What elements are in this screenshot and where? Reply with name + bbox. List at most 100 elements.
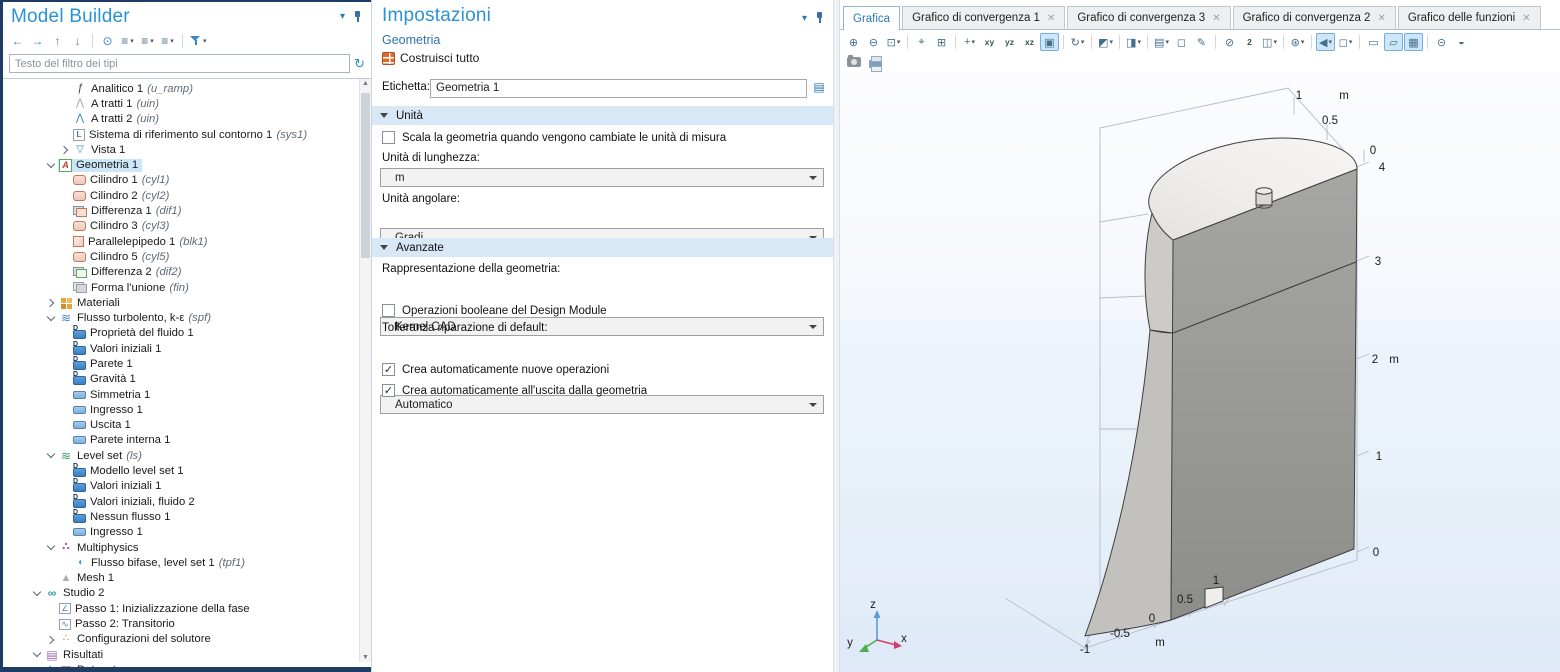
refresh-icon[interactable]: ↻ (354, 56, 365, 72)
tree-item[interactable]: Materiali (3, 295, 371, 310)
scrollbar-thumb[interactable] (361, 93, 370, 258)
tree-item[interactable]: Flusso turbolento, k-ε(spf) (3, 310, 371, 325)
graphics-canvas[interactable]: 43210m10.50m10.50-0.5-1mzyx (840, 72, 1560, 672)
close-icon[interactable]: ✕ (1377, 13, 1385, 24)
tree-expander-icon[interactable] (31, 587, 44, 600)
tree-item[interactable]: Mesh 1 (3, 571, 371, 586)
tree-item[interactable]: Proprietà del fluido 1 (3, 326, 371, 341)
tree-item[interactable]: Cilindro 1(cyl1) (3, 173, 371, 188)
tree-item[interactable]: Valori iniziali 1 (3, 479, 371, 494)
zoom-out-button[interactable]: ⊖ (864, 33, 883, 51)
tree-item[interactable]: Studio 2 (3, 586, 371, 601)
nav-back-button[interactable]: ← (9, 32, 26, 50)
show-grid-button[interactable]: ▦ (1404, 33, 1423, 51)
panel-menu-icon[interactable]: ▾ (802, 13, 807, 24)
tree-item[interactable]: A tratti 2(uin) (3, 112, 371, 127)
select-box-button[interactable]: ◻ (1172, 33, 1191, 51)
tree-scrollbar[interactable]: ▲ ▼ (359, 79, 371, 662)
image-export-button[interactable]: ▤▾ (1152, 33, 1171, 51)
build-all-button[interactable]: Costruisci tutto (382, 51, 479, 65)
tree-expander-icon[interactable] (45, 449, 58, 462)
tree-item[interactable]: Vista 1 (3, 142, 371, 157)
tree-item[interactable]: Passo 1: Inizializzazione della fase (3, 601, 371, 616)
tab-grafico-di-convergenza-1[interactable]: Grafico di convergenza 1✕ (902, 6, 1065, 29)
print-button[interactable] (866, 53, 885, 71)
pin-icon[interactable] (353, 10, 363, 23)
tree-expander-icon[interactable] (45, 541, 58, 554)
tree-item[interactable]: Forma l'unione(fin) (3, 280, 371, 295)
zoom-box-button[interactable]: ⊡▾ (884, 33, 903, 51)
tree-item[interactable]: Modello level set 1 (3, 463, 371, 478)
tab-grafica[interactable]: Grafica (843, 6, 900, 30)
auto-build-exit-checkbox[interactable]: Crea automaticamente all'uscita dalla ge… (382, 384, 647, 397)
tree-item[interactable]: Simmetria 1 (3, 387, 371, 402)
show-hide-nodes-button[interactable]: ⊙ (99, 32, 116, 50)
tree-item[interactable]: Cilindro 3(cyl3) (3, 219, 371, 234)
pin-icon[interactable] (815, 11, 825, 24)
scroll-down-icon[interactable]: ▼ (360, 654, 371, 661)
collapse-all-button[interactable]: ≡▾ (139, 32, 156, 50)
tree-item[interactable]: Analitico 1(u_ramp) (3, 81, 371, 96)
length-unit-select[interactable]: m (380, 168, 824, 187)
section-units[interactable]: Unità (372, 106, 833, 125)
tree-item[interactable]: Passo 2: Transitorio (3, 616, 371, 631)
tab-grafico-di-convergenza-2[interactable]: Grafico di convergenza 2✕ (1233, 6, 1396, 29)
scale-geometry-checkbox[interactable]: Scala la geometria quando vengono cambia… (382, 131, 726, 144)
tree-expander-icon[interactable] (59, 143, 72, 156)
model-tree-node-text-button[interactable]: ≡▾ (159, 32, 176, 50)
color-palette-button[interactable]: ◒ (1452, 33, 1471, 51)
tree-item[interactable]: A tratti 1(uin) (3, 96, 371, 111)
tree-item[interactable]: Gravità 1 (3, 372, 371, 387)
view-xy-button[interactable]: xy (980, 33, 999, 51)
tree-item[interactable]: Cilindro 5(cyl5) (3, 249, 371, 264)
zoom-extents-button[interactable]: ⌖ (912, 33, 931, 51)
expand-all-button[interactable]: ≡▾ (119, 32, 136, 50)
tree-item[interactable]: Differenza 1(dif1) (3, 203, 371, 218)
tree-expander-icon[interactable] (45, 633, 58, 646)
tree-expander-icon[interactable] (31, 648, 44, 661)
tree-item[interactable]: Parallelepipedo 1(blk1) (3, 234, 371, 249)
select-pen-button[interactable]: ✎ (1192, 33, 1211, 51)
tree-expander-icon[interactable] (45, 663, 58, 667)
tree-item[interactable]: Parete interna 1 (3, 433, 371, 448)
filter-button[interactable]: ▾ (189, 32, 208, 50)
view-yz-button[interactable]: yz (1000, 33, 1019, 51)
tree-item[interactable]: Flusso bifase, level set 1(tpf1) (3, 555, 371, 570)
tree-item[interactable]: Multiphysics (3, 540, 371, 555)
bounding-box-button[interactable]: ▭ (1364, 33, 1383, 51)
image-fit-button[interactable]: ⊞ (932, 33, 951, 51)
tree-item[interactable]: Sistema di riferimento sul contorno 1(sy… (3, 127, 371, 142)
tab-grafico-di-convergenza-3[interactable]: Grafico di convergenza 3✕ (1067, 6, 1230, 29)
view-direction-button[interactable]: ◀▾ (1316, 33, 1335, 51)
move-up-button[interactable]: ↑ (49, 32, 66, 50)
select-attached-button[interactable]: 2 (1240, 33, 1259, 51)
tree-item[interactable]: Geometria 1 (3, 157, 371, 172)
rename-icon[interactable]: ▤ (810, 78, 828, 96)
rotate-view-button[interactable]: ↻▾ (1068, 33, 1087, 51)
tree-item[interactable]: Nessun flusso 1 (3, 509, 371, 524)
auto-build-checkbox[interactable]: Crea automaticamente nuove operazioni (382, 363, 609, 376)
label-input[interactable] (430, 79, 807, 98)
nav-forward-button[interactable]: → (29, 32, 46, 50)
snapshot-button[interactable] (844, 53, 863, 71)
tree-expander-icon[interactable] (45, 296, 58, 309)
go-to-default-view-button[interactable]: +▾ (960, 33, 979, 51)
design-module-boolean-checkbox[interactable]: Operazioni booleane del Design Module (382, 304, 607, 317)
tree-item[interactable]: Differenza 2(dif2) (3, 265, 371, 280)
scroll-up-icon[interactable]: ▲ (360, 80, 371, 87)
wireframe-rendering-button[interactable]: ⊛▾ (1288, 33, 1307, 51)
tree-item[interactable]: Dataset (3, 662, 371, 667)
tree-item[interactable]: Ingresso 1 (3, 402, 371, 417)
tree-expander-icon[interactable] (45, 312, 58, 325)
settings-node-link[interactable]: Geometria (382, 33, 440, 47)
scene-settings-button[interactable]: ◩▾ (1096, 33, 1115, 51)
tree-item[interactable]: Level set(ls) (3, 448, 371, 463)
view-hidden-button[interactable]: ◫▾ (1260, 33, 1279, 51)
hide-labels-button[interactable]: ⊝ (1432, 33, 1451, 51)
hide-objects-button[interactable]: ⊘ (1220, 33, 1239, 51)
tree-item[interactable]: Valori iniziali, fluido 2 (3, 494, 371, 509)
close-icon[interactable]: ✕ (1047, 13, 1055, 24)
show-axes-button[interactable]: ▱ (1384, 33, 1403, 51)
close-icon[interactable]: ✕ (1212, 13, 1220, 24)
tree-item[interactable]: Valori iniziali 1 (3, 341, 371, 356)
